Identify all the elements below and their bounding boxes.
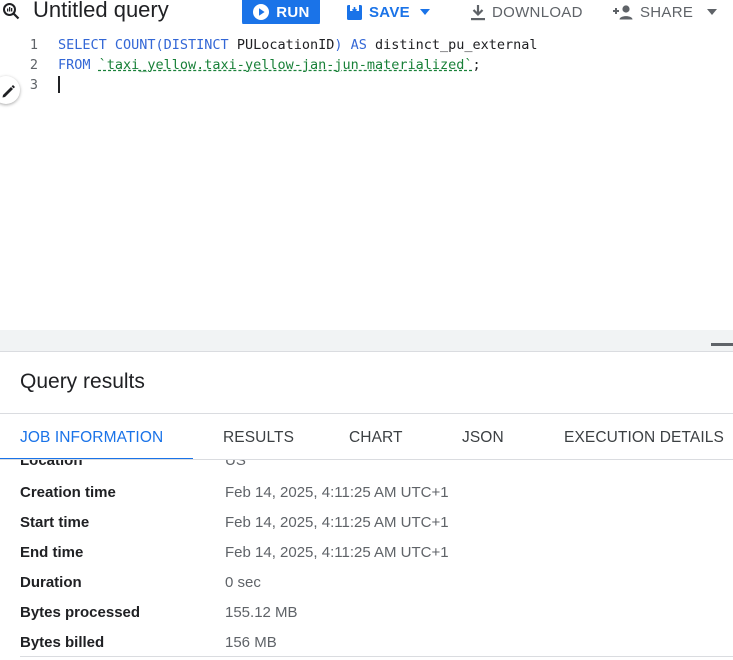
- row-value: Feb 14, 2025, 4:11:25 AM UTC+1: [225, 514, 449, 531]
- download-icon: [471, 4, 485, 20]
- row-value: US: [225, 460, 246, 469]
- line-number: 3: [29, 77, 38, 93]
- row-value: 0 sec: [225, 574, 261, 591]
- row-value: 156 MB: [225, 634, 277, 651]
- table-row: Bytes processed 155.12 MB: [20, 604, 710, 634]
- sql-keyword: ) AS: [334, 37, 375, 53]
- tab-results[interactable]: RESULTS: [223, 429, 294, 447]
- row-value: Feb 14, 2025, 4:11:25 AM UTC+1: [225, 484, 449, 501]
- table-row: Duration 0 sec: [20, 574, 710, 604]
- tab-chart[interactable]: CHART: [349, 429, 403, 447]
- table-row: Start time Feb 14, 2025, 4:11:25 AM UTC+…: [20, 514, 710, 544]
- panel-divider: [0, 351, 733, 352]
- row-value: 155.12 MB: [225, 604, 298, 621]
- text-cursor: [58, 76, 60, 93]
- share-button[interactable]: SHARE: [612, 0, 718, 26]
- query-icon: [3, 3, 20, 20]
- results-tabs: JOB INFORMATION RESULTS CHART JSON EXECU…: [0, 413, 733, 460]
- line-number: 1: [29, 37, 38, 53]
- code-line-1: SELECT COUNT(DISTINCT PULocationID) AS d…: [58, 37, 538, 53]
- save-icon: [347, 4, 362, 20]
- tab-execution-details[interactable]: EXECUTION DETAILS: [564, 429, 724, 447]
- sql-identifier: PULocationID: [236, 37, 335, 53]
- sql-table-name[interactable]: `taxi_yellow.taxi-yellow-jan-jun-materia…: [99, 57, 473, 73]
- table-row: Location US: [20, 460, 710, 482]
- row-key: Bytes processed: [20, 604, 141, 621]
- edit-button[interactable]: [0, 76, 20, 104]
- person-add-icon: [613, 5, 633, 20]
- sql-keyword: SELECT COUNT(DISTINCT: [58, 37, 237, 53]
- table-bottom-divider: [20, 656, 733, 657]
- results-title: Query results: [20, 370, 145, 393]
- sql-semicolon: ;: [472, 57, 481, 73]
- row-key: Location: [20, 460, 83, 469]
- row-value: Feb 14, 2025, 4:11:25 AM UTC+1: [225, 544, 449, 561]
- editor-footer: [0, 330, 733, 352]
- table-row: Creation time Feb 14, 2025, 4:11:25 AM U…: [20, 484, 710, 514]
- sql-alias: distinct_pu_external: [375, 37, 538, 53]
- tab-json[interactable]: JSON: [462, 429, 504, 447]
- query-title[interactable]: Untitled query: [33, 0, 169, 23]
- table-row: End time Feb 14, 2025, 4:11:25 AM UTC+1: [20, 544, 710, 574]
- row-key: Bytes billed: [20, 634, 105, 651]
- chevron-down-icon: [707, 9, 718, 15]
- download-label: DOWNLOAD: [492, 3, 583, 21]
- sql-keyword: FROM: [58, 57, 99, 73]
- row-key: Start time: [20, 514, 90, 531]
- share-label: SHARE: [640, 3, 694, 21]
- job-information-table: Location US Creation time Feb 14, 2025, …: [0, 460, 733, 660]
- resize-handle[interactable]: [711, 343, 733, 346]
- line-number: 2: [29, 57, 38, 73]
- run-label: RUN: [276, 3, 310, 21]
- row-key: Creation time: [20, 484, 116, 501]
- code-line-2: FROM `taxi_yellow.taxi-yellow-jan-jun-ma…: [58, 57, 481, 73]
- tab-job-information[interactable]: JOB INFORMATION: [20, 429, 163, 447]
- play-circle-icon: [253, 4, 270, 20]
- save-label: SAVE: [369, 3, 410, 21]
- download-button[interactable]: DOWNLOAD: [470, 0, 583, 26]
- pencil-icon: [2, 85, 15, 98]
- row-key: Duration: [20, 574, 82, 591]
- run-button[interactable]: RUN: [242, 0, 320, 26]
- save-button[interactable]: SAVE: [346, 0, 430, 26]
- row-key: End time: [20, 544, 84, 561]
- chevron-down-icon: [419, 9, 430, 15]
- query-toolbar: Untitled query RUN SAVE DOWNLOAD SHARE: [0, 0, 733, 26]
